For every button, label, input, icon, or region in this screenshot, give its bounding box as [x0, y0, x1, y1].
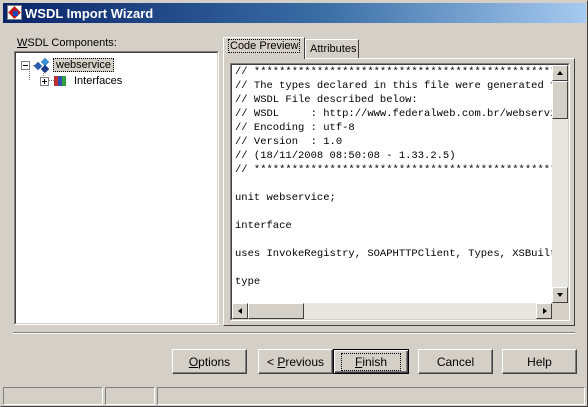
collapse-icon[interactable] — [21, 60, 30, 70]
tab-label: Attributes — [310, 43, 357, 55]
code-preview-panel: // *************************************… — [223, 58, 575, 326]
scroll-left-button[interactable] — [232, 303, 248, 319]
title-bar[interactable]: WSDL Import Wizard — [3, 3, 586, 23]
scroll-up-button[interactable] — [552, 65, 568, 81]
code-line: // The types declared in this file were … — [235, 80, 552, 92]
previous-button[interactable]: < Previous — [258, 349, 333, 374]
finish-button[interactable]: Finish — [333, 349, 409, 374]
webservice-icon — [33, 57, 50, 74]
options-button[interactable]: Options — [172, 349, 247, 374]
status-pane — [157, 387, 585, 405]
previous-label: < Previous — [266, 354, 325, 369]
code-line: unit webservice; — [235, 192, 336, 204]
code-preview-box: // *************************************… — [230, 63, 570, 321]
tab-attributes[interactable]: Attributes — [305, 39, 359, 59]
tree-item-label: webservice — [53, 58, 115, 72]
code-line: // (18/11/2008 08:50:08 - 1.33.2.5) — [235, 150, 456, 162]
arrow-up-icon — [557, 71, 563, 75]
horizontal-scroll-thumb[interactable] — [248, 303, 304, 319]
status-pane — [3, 387, 103, 405]
cancel-button[interactable]: Cancel — [418, 349, 493, 374]
separator — [13, 332, 575, 334]
wsdl-components-label: WSDL Components: — [17, 37, 117, 49]
horizontal-scrollbar[interactable] — [232, 303, 552, 319]
code-line: interface — [235, 220, 292, 232]
finish-label: Finish — [340, 352, 402, 371]
code-line: // Version : 1.0 — [235, 136, 343, 148]
app-icon — [7, 5, 22, 20]
wsdl-import-wizard-window: WSDL Import Wizard WSDL Components: webs… — [0, 0, 588, 407]
vertical-scroll-thumb[interactable] — [552, 81, 568, 119]
vertical-scrollbar[interactable] — [552, 65, 568, 303]
help-label: Help — [527, 354, 552, 369]
help-button[interactable]: Help — [502, 349, 577, 374]
tab-label: Code Preview — [228, 39, 301, 53]
arrow-down-icon — [557, 293, 563, 297]
scroll-right-button[interactable] — [536, 303, 552, 319]
options-label: Options — [188, 354, 231, 369]
arrow-left-icon — [238, 308, 242, 314]
code-preview-text[interactable]: // *************************************… — [232, 65, 552, 303]
tree-item-interfaces[interactable]: Interfaces — [40, 73, 124, 89]
code-line: // WSDL File described below: — [235, 94, 418, 106]
code-line: // Encoding : utf-8 — [235, 122, 355, 134]
books-icon — [53, 74, 69, 88]
tree-item-label: Interfaces — [74, 75, 123, 87]
arrow-right-icon — [543, 308, 547, 314]
code-line: // WSDL : http://www.federalweb.com.br/w… — [235, 108, 552, 120]
expand-icon[interactable] — [40, 76, 49, 86]
status-pane — [105, 387, 155, 405]
scrollbar-corner — [552, 303, 568, 319]
tree-item-webservice[interactable]: webservice — [21, 57, 115, 74]
tab-code-preview[interactable]: Code Preview — [223, 37, 305, 59]
code-line: type — [235, 276, 261, 288]
code-line: // *************************************… — [235, 164, 552, 176]
cancel-label: Cancel — [436, 354, 475, 369]
window-title: WSDL Import Wizard — [25, 5, 154, 21]
code-line: // *************************************… — [235, 66, 552, 78]
wsdl-components-tree[interactable]: webservice Interfaces — [14, 51, 219, 325]
scroll-down-button[interactable] — [552, 287, 568, 303]
code-line: uses InvokeRegistry, SOAPHTTPClient, Typ… — [235, 248, 552, 260]
